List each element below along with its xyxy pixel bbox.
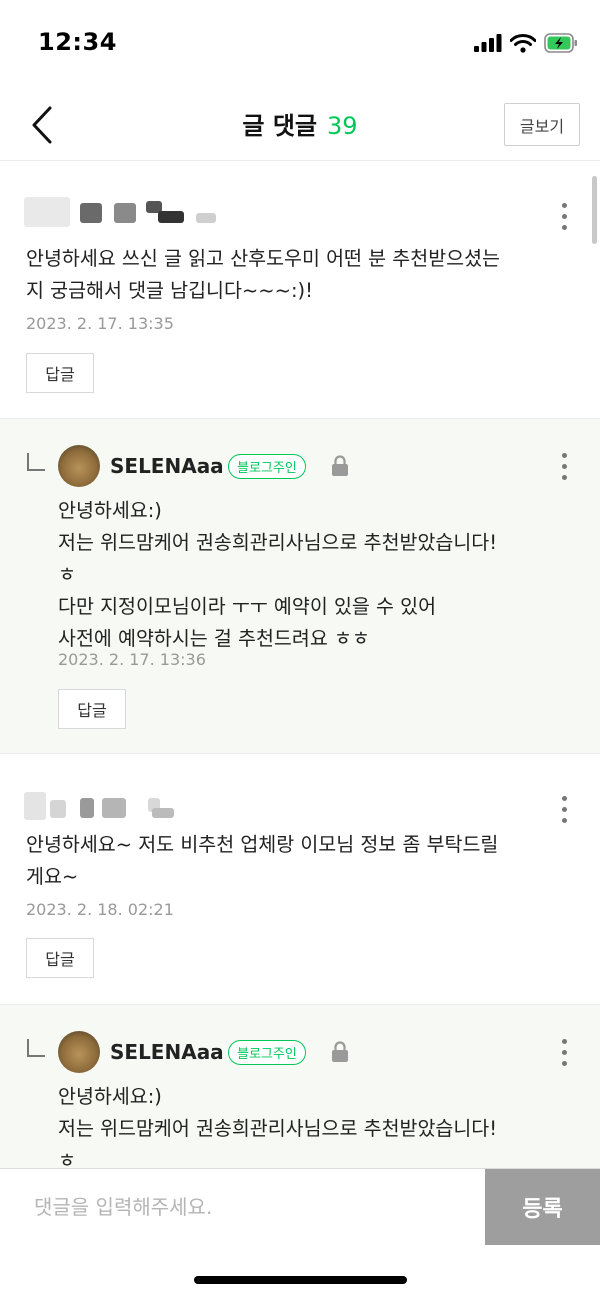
comment-text-line: ㅎ xyxy=(58,563,76,586)
view-post-button[interactable]: 글보기 xyxy=(504,103,580,146)
reply-button[interactable]: 답글 xyxy=(26,353,94,393)
header: 글 댓글 39 글보기 xyxy=(0,88,600,160)
owner-badge: 블로그주인 xyxy=(228,1040,306,1065)
comment-text-line: ㅎ xyxy=(58,1149,76,1168)
more-icon[interactable] xyxy=(560,203,568,235)
comment-text-line: 안녕하세요:) xyxy=(58,499,162,522)
comment-text: 안녕하세요:) 저는 위드맘케어 권송희관리사님으로 추천받았습니다! ㅎ 다만… xyxy=(58,495,497,655)
comment-input-bar: 등록 xyxy=(0,1168,600,1245)
more-icon[interactable] xyxy=(560,796,568,828)
avatar[interactable] xyxy=(58,1031,100,1073)
home-indicator[interactable] xyxy=(194,1276,407,1284)
blurred-author xyxy=(24,790,224,820)
comment-item: 안녕하세요 쓰신 글 읽고 산후도우미 어떤 분 추천받으셨는 지 궁금해서 댓… xyxy=(0,160,600,418)
scrollbar[interactable] xyxy=(592,176,597,244)
comment-text-line: 저는 위드맘케어 권송희관리사님으로 추천받았습니다! xyxy=(58,1117,498,1140)
comment-text-line: 안녕하세요:) xyxy=(58,1085,162,1108)
reply-arrow-icon xyxy=(27,1039,45,1057)
owner-badge: 블로그주인 xyxy=(228,454,306,479)
avatar[interactable] xyxy=(58,445,100,487)
submit-button[interactable]: 등록 xyxy=(485,1169,600,1245)
reply-item: SELENAaa 블로그주인 안녕하세요:) 저는 위드맘케어 권송희관리사님으… xyxy=(0,1004,600,1168)
wifi-icon xyxy=(510,33,536,53)
page-title-text: 글 댓글 xyxy=(242,112,318,140)
status-bar: 12:34 xyxy=(0,0,600,88)
status-time: 12:34 xyxy=(38,28,117,56)
comment-list: 안녕하세요 쓰신 글 읽고 산후도우미 어떤 분 추천받으셨는 지 궁금해서 댓… xyxy=(0,160,600,1168)
signal-icon xyxy=(474,34,502,52)
comment-text-line: 다만 지정이모님이라 ㅜㅜ 예약이 있을 수 있어 xyxy=(58,595,437,618)
comment-text-line: 지 궁금해서 댓글 남깁니다~~~:)! xyxy=(26,279,313,302)
comment-text-line: 게요~ xyxy=(26,865,79,888)
comment-text: 안녕하세요~ 저도 비추천 업체랑 이모님 정보 좀 부탁드릴 게요~ xyxy=(26,829,498,893)
comment-date: 2023. 2. 17. 13:35 xyxy=(26,314,174,333)
status-icons xyxy=(474,31,578,55)
reply-button[interactable]: 답글 xyxy=(26,938,94,978)
comment-text-line: 안녕하세요 쓰신 글 읽고 산후도우미 어떤 분 추천받으셨는 xyxy=(26,247,500,270)
more-icon[interactable] xyxy=(560,1039,568,1071)
comment-date: 2023. 2. 18. 02:21 xyxy=(26,900,174,919)
author-nickname[interactable]: SELENAaa xyxy=(110,454,224,478)
comment-date: 2023. 2. 17. 13:36 xyxy=(58,650,206,669)
comment-count: 39 xyxy=(327,112,358,140)
lock-icon xyxy=(332,455,348,476)
comment-text-line: 저는 위드맘케어 권송희관리사님으로 추천받았습니다! xyxy=(58,531,498,554)
reply-button[interactable]: 답글 xyxy=(58,689,126,729)
blurred-author xyxy=(24,197,224,227)
comment-text: 안녕하세요:) 저는 위드맘케어 권송희관리사님으로 추천받았습니다! ㅎ xyxy=(58,1081,497,1168)
comment-text: 안녕하세요 쓰신 글 읽고 산후도우미 어떤 분 추천받으셨는 지 궁금해서 댓… xyxy=(26,243,500,307)
more-icon[interactable] xyxy=(560,453,568,485)
reply-arrow-icon xyxy=(27,453,45,471)
author-nickname[interactable]: SELENAaa xyxy=(110,1040,224,1064)
comment-input[interactable] xyxy=(0,1169,485,1245)
lock-icon xyxy=(332,1041,348,1062)
comment-item: 안녕하세요~ 저도 비추천 업체랑 이모님 정보 좀 부탁드릴 게요~ 2023… xyxy=(0,753,600,1004)
comment-text-line: 안녕하세요~ 저도 비추천 업체랑 이모님 정보 좀 부탁드릴 xyxy=(26,833,499,856)
reply-item: SELENAaa 블로그주인 안녕하세요:) 저는 위드맘케어 권송희관리사님으… xyxy=(0,418,600,753)
battery-icon xyxy=(544,33,577,53)
